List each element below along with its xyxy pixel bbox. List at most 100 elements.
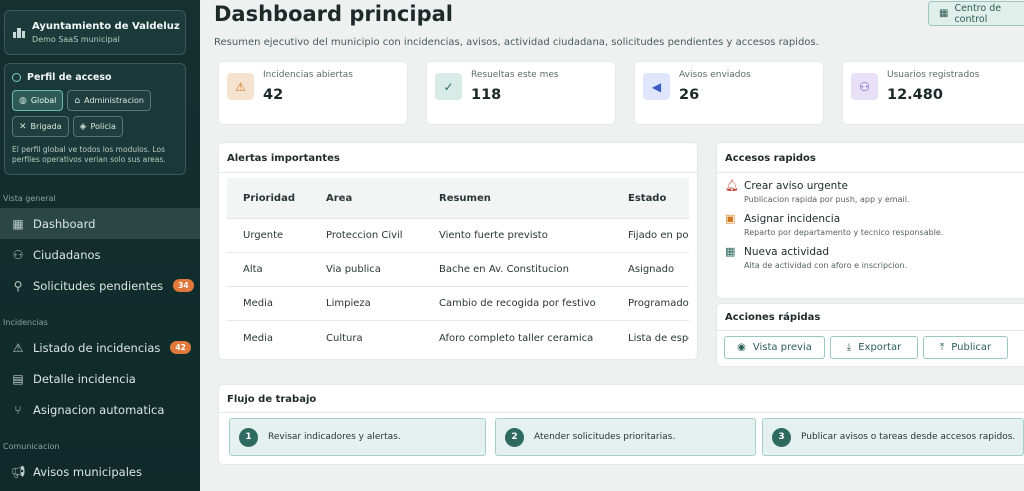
stat-card-resueltas: ✓ Resueltas este mes 118: [427, 62, 615, 124]
sidebar-item-ciudadanos[interactable]: ⚇ Ciudadanos: [0, 239, 200, 270]
megaphone-icon: 📢︎: [10, 464, 26, 479]
quick-actions-title: Acciones rápidas: [725, 312, 821, 323]
sidebar-item-label: Dashboard: [33, 216, 96, 231]
preview-button[interactable]: ◉ Vista previa: [724, 336, 825, 359]
table-cell: Via publica: [326, 264, 381, 275]
profile-chip-brigada[interactable]: ✕ Brigada: [12, 116, 69, 137]
sidebar-item-label: Solicitudes pendientes: [33, 278, 164, 293]
workflow-step-2[interactable]: 2 Atender solicitudes prioritarias.: [495, 418, 756, 456]
step-number: 3: [772, 427, 791, 447]
sidebar-item-avisos-municipales[interactable]: 📢︎ Avisos municipales: [0, 456, 200, 487]
organization-card[interactable]: Ayuntamiento de Valdeluz Demo SaaS munic…: [4, 10, 186, 55]
tools-icon: ✕: [19, 121, 27, 132]
column-header: Area: [326, 192, 353, 204]
table-row[interactable]: Urgente Proteccion Civil Viento fuerte p…: [227, 219, 689, 253]
table-cell: Aforo completo taller ceramica: [439, 332, 594, 344]
download-icon: ⤓: [846, 342, 852, 353]
column-header: Estado: [628, 192, 667, 204]
sidebar-item-label: Asignacion automatica: [33, 402, 165, 417]
check-circle-icon: ✓: [435, 73, 462, 100]
workflow-step-1[interactable]: 1 Revisar indicadores y alertas.: [229, 418, 486, 456]
bank-icon: ⌂: [74, 95, 81, 106]
grid-icon: ▦: [939, 8, 949, 19]
stat-label: Incidencias abiertas: [263, 70, 353, 80]
profile-icon: [12, 73, 21, 82]
eye-icon: ◉: [737, 342, 746, 353]
sidebar-item-solicitudes-pendientes[interactable]: ⚲ Solicitudes pendientes 34: [0, 270, 200, 301]
alerts-title: Alertas importantes: [227, 153, 340, 164]
quick-access-card: Accesos rapidos 🔔︎ Crear aviso urgente P…: [717, 143, 1024, 298]
incidents-count-badge: 42: [170, 341, 191, 354]
table-cell: Cultura: [326, 332, 363, 344]
table-cell: Alta: [243, 264, 263, 275]
table-cell: Limpieza: [326, 298, 371, 309]
step-number: 2: [505, 427, 524, 447]
profile-note: El perfil global ve todos los modulos. L…: [12, 145, 166, 164]
stat-value: 26: [679, 87, 700, 103]
stat-label: Avisos enviados: [679, 70, 751, 80]
workflow-step-3[interactable]: 3 Publicar avisos o tareas desde accesos…: [762, 418, 1024, 456]
sidebar: Ayuntamiento de Valdeluz Demo SaaS munic…: [0, 0, 200, 491]
column-header: Prioridad: [243, 192, 295, 204]
sidebar-item-label: Ciudadanos: [33, 247, 101, 262]
pending-count-badge: 34: [173, 279, 194, 292]
divider: [219, 412, 1024, 413]
table-header: Prioridad Area Resumen Estado: [227, 178, 689, 219]
sidebar-item-detalle-incidencia[interactable]: ▤ Detalle incidencia: [0, 363, 200, 394]
button-label: Publicar: [951, 342, 992, 353]
organization-subtitle: Demo SaaS municipal: [32, 35, 120, 44]
workflow-title: Flujo de trabajo: [227, 394, 317, 405]
user-badge-icon: ▣: [725, 212, 736, 225]
chip-label: Global: [30, 96, 57, 105]
table-cell: Cambio de recogida por festivo: [439, 298, 596, 309]
upload-icon: ⤒: [939, 342, 945, 353]
profile-title: Perfil de acceso: [27, 72, 112, 83]
shield-icon: ◈: [79, 121, 87, 132]
table-cell: Media: [243, 298, 274, 309]
building-icon: [13, 27, 25, 38]
profile-chip-administracion[interactable]: ⌂ Administracion: [67, 90, 151, 111]
table-cell: Bache en Av. Constitucion: [439, 264, 569, 275]
control-center-button[interactable]: ▦ Centro de control: [928, 1, 1024, 26]
chip-label: Administracion: [84, 96, 144, 105]
sidebar-item-label: Listado de incidencias: [33, 340, 161, 355]
section-label-vista-general: Vista general: [3, 194, 56, 203]
step-text: Atender solicitudes prioritarias.: [534, 432, 676, 442]
table-row[interactable]: Alta Via publica Bache en Av. Constituci…: [227, 253, 689, 287]
grid-icon: ▦: [12, 216, 24, 231]
profile-chip-policia[interactable]: ◈ Policia: [72, 116, 123, 137]
bell-icon: 🔔︎: [725, 179, 739, 192]
sidebar-item-dashboard[interactable]: ▦ Dashboard: [0, 208, 200, 239]
quick-actions-card: Acciones rápidas ◉ Vista previa ⤓ Export…: [717, 304, 1024, 366]
quick-access-title: Accesos rapidos: [725, 153, 816, 164]
people-icon: ⚇: [12, 247, 24, 262]
table-row[interactable]: Media Limpieza Cambio de recogida por fe…: [227, 287, 689, 321]
globe-icon: ◍: [19, 95, 27, 106]
access-item-title: Nueva actividad: [744, 246, 830, 258]
divider: [717, 172, 1024, 173]
column-header: Resumen: [439, 192, 491, 204]
page-subtitle: Resumen ejecutivo del municipio con inci…: [214, 37, 819, 48]
sidebar-item-asignacion-automatica[interactable]: ⑂ Asignacion automatica: [0, 394, 200, 425]
sidebar-item-listado-incidencias[interactable]: ⚠ Listado de incidencias 42: [0, 332, 200, 363]
workflow-card: Flujo de trabajo 1 Revisar indicadores y…: [219, 385, 1024, 464]
access-item-title: Asignar incidencia: [744, 213, 841, 225]
stat-value: 118: [471, 87, 502, 103]
organization-name: Ayuntamiento de Valdeluz: [32, 21, 180, 32]
profile-chips: ◍ Global ⌂ Administracion ✕ Brigada ◈ Po…: [12, 90, 178, 137]
section-label-comunicacion: Comunicacion: [3, 442, 60, 451]
megaphone-icon: ◀: [643, 73, 670, 100]
export-button[interactable]: ⤓ Exportar: [830, 336, 918, 359]
alerts-card: Alertas importantes Prioridad Area Resum…: [219, 143, 697, 359]
access-profile-card: Perfil de acceso ◍ Global ⌂ Administraci…: [4, 63, 186, 175]
profile-chip-global[interactable]: ◍ Global: [12, 90, 64, 111]
clipboard-icon: ▤: [12, 371, 24, 386]
warning-icon: ⚠: [227, 73, 254, 100]
alerts-table: Prioridad Area Resumen Estado Urgente Pr…: [227, 178, 689, 354]
table-row[interactable]: Media Cultura Aforo completo taller cera…: [227, 321, 689, 354]
access-item-desc: Reparto por departamento y tecnico respo…: [744, 228, 944, 237]
publish-button[interactable]: ⤒ Publicar: [923, 336, 1008, 359]
table-cell: Lista de espera: [628, 332, 689, 344]
stat-label: Resueltas este mes: [471, 70, 559, 80]
access-item-desc: Publicacion rapida por push, app y email…: [744, 195, 910, 204]
